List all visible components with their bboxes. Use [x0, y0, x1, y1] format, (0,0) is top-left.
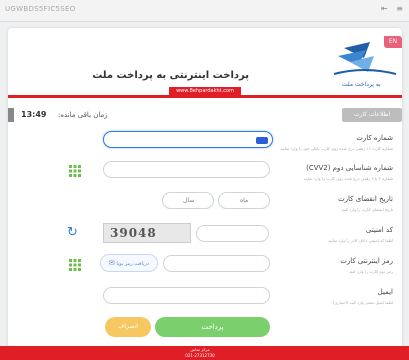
captcha-input[interactable]	[196, 225, 269, 242]
year-placeholder: سال	[183, 197, 195, 204]
get-otp-button[interactable]: ✉ دریافت رمز پویا	[100, 254, 158, 272]
pin2-hint: رمز دوم کارت را وارد کنید	[349, 269, 393, 274]
captcha-hint: لطفا کد امنیتی داخل کادر را وارد نمایید	[328, 238, 393, 243]
credit-card-icon	[256, 137, 268, 144]
month-placeholder: ماه	[240, 197, 249, 204]
cvv2-label: شماره شناسایی دوم (CVV2)	[306, 164, 393, 172]
cancel-button[interactable]: انصراف	[105, 317, 151, 337]
timer-value: 13:49	[21, 110, 47, 119]
cvv2-input[interactable]	[103, 161, 270, 178]
footer-line2: 021-27312730	[185, 353, 215, 358]
timer-strip	[8, 108, 14, 122]
get-otp-label: دریافت رمز پویا	[116, 261, 150, 267]
pay-button[interactable]: پرداخت	[155, 317, 270, 337]
keypad-icon[interactable]	[68, 164, 82, 178]
browser-icons: ⇤ ≡	[381, 4, 403, 13]
svg-text:به پرداخت ملت: به پرداخت ملت	[342, 81, 381, 88]
footer-contact: مرکز تماس 021-27312730	[130, 347, 270, 359]
timer-label: زمان باقی مانده:	[58, 111, 108, 119]
field-labels-panel: شماره کارت شماره کارت ۱۶ رقمی درج شده رو…	[280, 104, 402, 330]
url-text[interactable]: UGWBDS5FIC5SEO	[5, 5, 76, 13]
menu-icon[interactable]: ≡	[396, 4, 403, 13]
payment-page: UGWBDS5FIC5SEO ⇤ ≡ به پرداخت ملت EN پردا…	[0, 0, 409, 360]
captcha-text: 39048	[110, 226, 157, 240]
message-icon: ✉	[108, 259, 115, 267]
card-number-input[interactable]	[103, 131, 273, 148]
email-label: ایمیل	[377, 288, 393, 296]
expiry-hint: تاریخ انقضای کارت را وارد کنید	[341, 207, 393, 212]
site-link[interactable]: www.Behpardakht.com	[169, 87, 241, 95]
internet-pin-input[interactable]	[163, 255, 270, 272]
pin2-label: رمز اینترنتی کارت	[340, 257, 393, 265]
page-title: پرداخت اینترنتی به پرداخت ملت	[92, 70, 249, 81]
expiry-label: تاریخ انقضای کارت	[338, 195, 393, 203]
email-input[interactable]	[103, 287, 270, 304]
cvv2-hint: شماره ۳ یا ۴ رقمی درج شده روی کارت را وا…	[303, 176, 393, 181]
expiry-month-input[interactable]: ماه	[218, 192, 270, 209]
card-number-label: شماره کارت	[356, 134, 393, 142]
captcha-image: 39048	[103, 223, 191, 243]
expiry-year-input[interactable]: سال	[162, 192, 214, 209]
card-number-hint: شماره کارت ۱۶ رقمی درج شده روی کارت بانک…	[280, 146, 393, 151]
captcha-label: کد امنیتی	[365, 226, 393, 234]
keypad-icon[interactable]	[68, 258, 82, 272]
language-badge[interactable]: EN	[384, 36, 402, 48]
header-divider	[8, 95, 402, 98]
email-hint: لطفا ایمیل معتبر وارد کنید (اختیاری)	[332, 300, 393, 305]
download-icon[interactable]: ⇤	[381, 4, 388, 13]
refresh-icon[interactable]: ↻	[67, 225, 78, 240]
